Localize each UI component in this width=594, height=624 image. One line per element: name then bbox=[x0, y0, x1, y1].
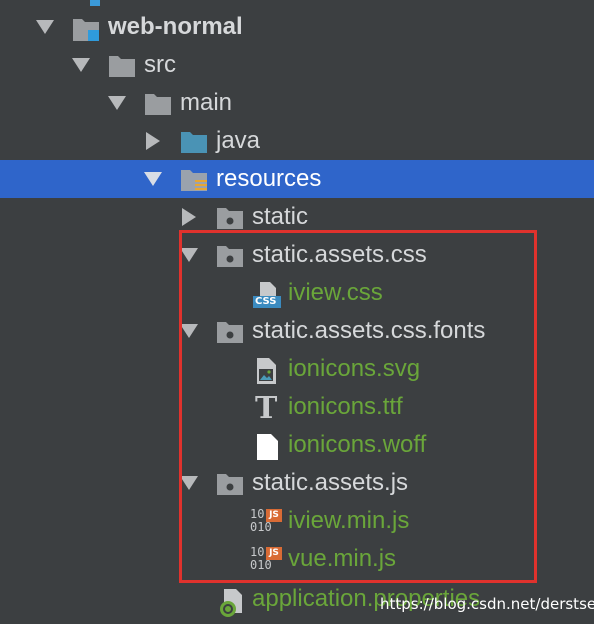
chevron-right-icon[interactable] bbox=[182, 208, 196, 226]
tree-node-src[interactable]: src bbox=[0, 46, 594, 84]
chevron-down-icon[interactable] bbox=[144, 172, 162, 186]
tree-node-label: static bbox=[252, 203, 309, 230]
tree-node-label: resources bbox=[216, 165, 322, 192]
tree-node-resources[interactable]: resources bbox=[0, 160, 594, 198]
watermark: https://blog.csdn.net/derstsea bbox=[380, 595, 594, 613]
tree-node-label: src bbox=[144, 51, 176, 78]
chevron-down-icon[interactable] bbox=[72, 58, 90, 72]
chevron-down-icon[interactable] bbox=[108, 96, 126, 110]
tree-node-label: web-normal bbox=[108, 13, 243, 40]
spring-properties-icon bbox=[216, 587, 244, 617]
tree-node-label: java bbox=[216, 127, 261, 154]
package-icon bbox=[216, 205, 244, 231]
source-folder-icon bbox=[180, 129, 208, 155]
tree-node-web-normal[interactable]: web-normal bbox=[0, 8, 594, 46]
module-marker bbox=[90, 0, 100, 6]
chevron-down-icon[interactable] bbox=[36, 20, 54, 34]
tree-node-main[interactable]: main bbox=[0, 84, 594, 122]
tree-node-java[interactable]: java bbox=[0, 122, 594, 160]
resources-folder-icon bbox=[180, 167, 208, 193]
folder-icon bbox=[144, 91, 172, 117]
tree-node-label: main bbox=[180, 89, 233, 116]
highlight-box bbox=[179, 230, 537, 583]
project-tree: web-normal src main java resources stati… bbox=[0, 0, 594, 624]
chevron-right-icon[interactable] bbox=[146, 132, 160, 150]
folder-icon bbox=[108, 53, 136, 79]
module-folder-icon bbox=[72, 15, 100, 41]
